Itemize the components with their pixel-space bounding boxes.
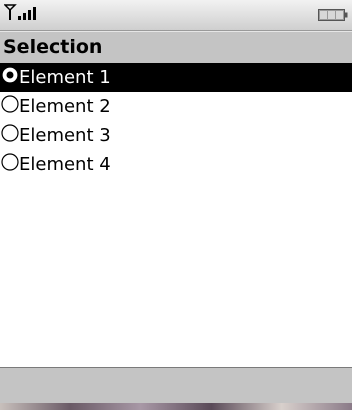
page-title: Selection [3, 36, 103, 58]
signal-strength-icon [4, 4, 36, 20]
radio-unselected-icon[interactable] [1, 124, 19, 142]
softkey-bar[interactable] [0, 367, 352, 404]
selection-list: Element 1 Element 2 Element 3 Element 4 [0, 63, 352, 179]
battery-icon [318, 9, 348, 21]
radio-unselected-icon[interactable] [1, 95, 19, 113]
list-item-label: Element 1 [19, 67, 111, 88]
list-item-label: Element 4 [19, 154, 111, 175]
status-bar [0, 0, 352, 31]
list-item-label: Element 3 [19, 125, 111, 146]
radio-unselected-icon[interactable] [1, 153, 19, 171]
list-item-element-1[interactable]: Element 1 [0, 63, 352, 92]
list-item-label: Element 2 [19, 96, 111, 117]
list-item-element-3[interactable]: Element 3 [0, 121, 352, 150]
radio-selected-icon[interactable] [1, 66, 19, 84]
list-item-element-2[interactable]: Element 2 [0, 92, 352, 121]
device-bezel-strip [0, 403, 352, 410]
title-bar: Selection [0, 31, 352, 64]
list-item-element-4[interactable]: Element 4 [0, 150, 352, 179]
